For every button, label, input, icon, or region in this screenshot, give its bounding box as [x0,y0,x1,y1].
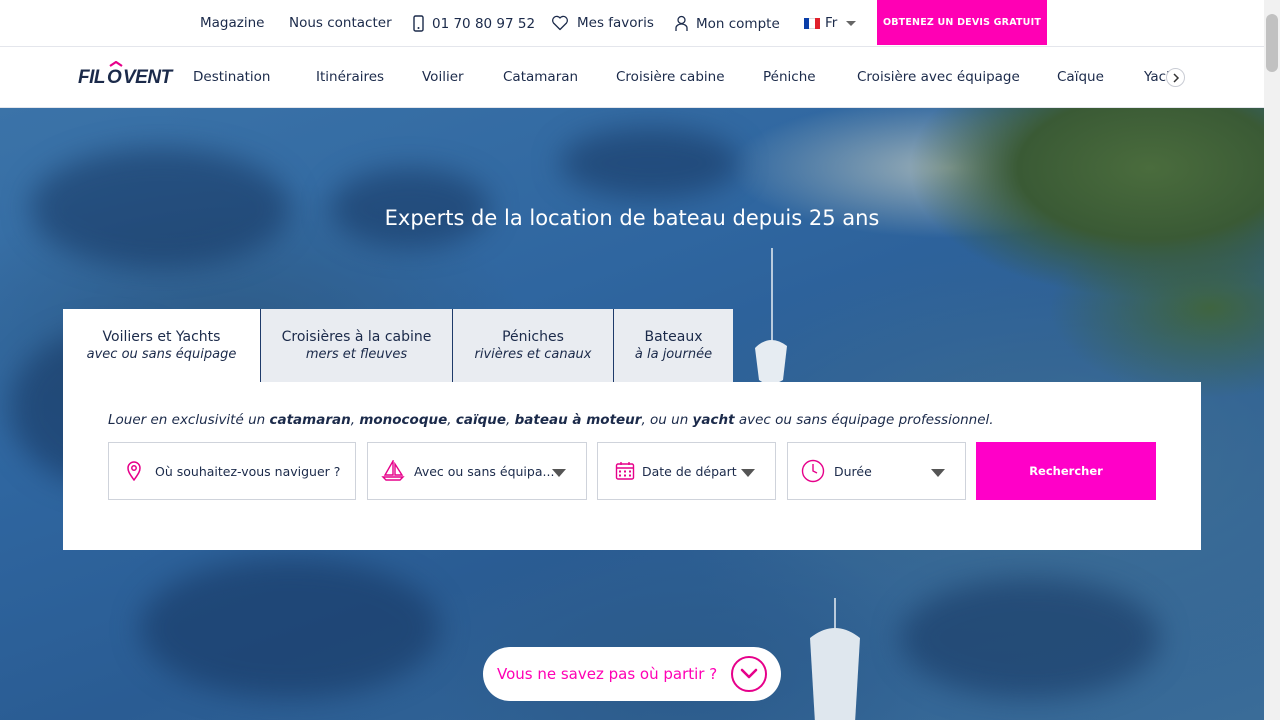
location-pin-icon [121,458,147,484]
svg-text:O: O [107,67,122,88]
where-to-go-label: Vous ne savez pas où partir ? [497,665,718,683]
language-label: Fr [825,15,838,31]
tab-bateaux-journee[interactable]: Bateaux à la journée [614,309,733,382]
top-utility-bar: Magazine Nous contacter 01 70 80 97 52 M… [0,0,1264,47]
desc-keyword: catamaran [269,412,351,428]
tab-subtitle: avec ou sans équipage [86,346,237,362]
chevron-down-icon [552,469,566,477]
desc-keyword: yacht [692,412,735,428]
hero-title: Experts de la location de bateau depuis … [384,206,880,230]
heart-icon [551,15,569,31]
sailboat-image [755,248,787,384]
tab-subtitle: mers et fleuves [305,346,408,362]
hero-texture [140,558,440,698]
magazine-link[interactable]: Magazine [200,15,264,31]
clock-icon [800,458,826,484]
where-to-go-button[interactable]: Vous ne savez pas où partir ? [483,647,781,701]
main-navigation: FIL O VENT Destination Itinéraires Voili… [0,47,1264,108]
phone-number: 01 70 80 97 52 [432,15,536,32]
tab-peniches[interactable]: Péniches rivières et canaux [453,309,613,382]
chevron-down-icon [731,656,767,692]
nav-catamaran[interactable]: Catamaran [503,69,578,85]
phone-icon [413,15,424,32]
duration-select[interactable]: Durée [787,442,966,500]
account-link[interactable]: Mon compte [675,15,780,32]
hero-section: Experts de la location de bateau depuis … [0,108,1264,720]
nav-destination[interactable]: Destination [193,69,270,85]
free-quote-button[interactable]: OBTENEZ UN DEVIS GRATUIT [877,0,1047,45]
hero-texture [900,578,1160,698]
desc-text: , [447,412,456,428]
contact-label: Nous contacter [289,15,392,31]
favorites-link[interactable]: Mes favoris [551,15,654,31]
nav-peniche[interactable]: Péniche [763,69,816,85]
chevron-down-icon [931,469,945,477]
svg-text:FIL: FIL [78,67,105,88]
hero-texture [560,128,740,198]
search-button[interactable]: Rechercher [976,442,1156,500]
departure-date-label: Date de départ [642,463,737,479]
calendar-icon [612,458,638,484]
crew-select[interactable]: Avec ou sans équipa... [367,442,587,500]
crew-select-value: Avec ou sans équipa... [414,463,555,479]
chevron-down-icon [741,469,755,477]
magazine-label: Magazine [200,15,265,31]
phone-link[interactable]: 01 70 80 97 52 [413,15,535,32]
sailboat-icon [380,458,406,484]
tab-title: Péniches [502,328,564,345]
language-selector[interactable]: Fr [804,15,857,31]
destination-placeholder: Où souhaitez-vous naviguer ? [155,463,341,479]
desc-keyword: bateau à moteur [514,412,642,428]
nav-scroll-right-button[interactable] [1166,68,1185,87]
duration-label: Durée [834,463,872,479]
tab-title: Croisières à la cabine [281,328,432,345]
nav-croisiere-equipage[interactable]: Croisière avec équipage [857,69,1020,85]
favorites-label: Mes favoris [577,15,654,31]
nav-croisiere-cabine[interactable]: Croisière cabine [616,69,725,85]
tab-croisieres-cabine[interactable]: Croisières à la cabine mers et fleuves [261,309,452,382]
desc-text: , ou un [641,412,693,428]
chevron-down-icon [846,20,857,26]
user-icon [675,15,688,32]
tab-subtitle: à la journée [634,346,713,362]
flag-fr-icon [804,17,820,29]
nav-caique[interactable]: Caïque [1057,69,1104,85]
desc-text: Louer en exclusivité un [108,412,270,428]
destination-input[interactable]: Où souhaitez-vous naviguer ? [108,442,356,500]
nav-voilier[interactable]: Voilier [422,69,464,85]
chevron-right-icon [1172,68,1180,87]
filovent-logo[interactable]: FIL O VENT [78,60,178,91]
tab-title: Voiliers et Yachts [102,328,221,345]
tab-subtitle: rivières et canaux [474,346,592,362]
svg-text:VENT: VENT [123,67,174,88]
desc-keyword: monocoque [359,412,448,428]
desc-keyword: caïque [455,412,507,428]
departure-date-field[interactable]: Date de départ [597,442,776,500]
tab-title: Bateaux [644,328,703,345]
contact-link[interactable]: Nous contacter [289,15,392,31]
search-panel: Louer en exclusivité un catamaran, monoc… [63,382,1201,550]
page-scrollbar[interactable] [1264,0,1280,720]
search-description: Louer en exclusivité un catamaran, monoc… [108,412,994,428]
nav-itineraires[interactable]: Itinéraires [316,69,384,85]
scrollbar-thumb[interactable] [1266,14,1278,72]
tab-voiliers-yachts[interactable]: Voiliers et Yachts avec ou sans équipage [63,309,260,382]
desc-text: avec ou sans équipage professionnel. [734,412,994,428]
sailboat-image [810,598,860,720]
account-label: Mon compte [696,15,780,32]
desc-text: , [506,412,515,428]
